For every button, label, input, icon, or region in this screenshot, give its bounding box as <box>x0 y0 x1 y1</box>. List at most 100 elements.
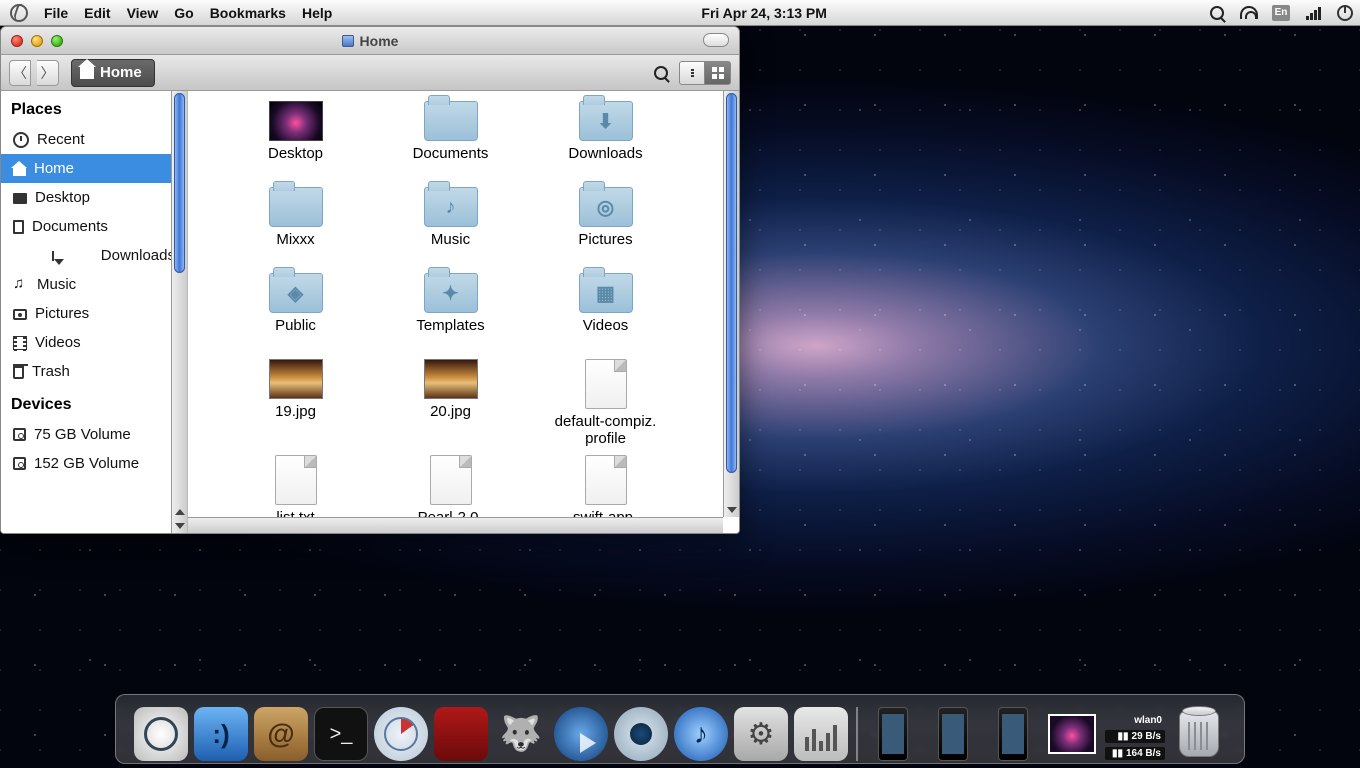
dock-photo-booth[interactable] <box>434 707 488 761</box>
file-label: Mixxx <box>276 231 314 267</box>
search-icon[interactable] <box>1208 4 1226 22</box>
maximize-button[interactable] <box>51 35 63 47</box>
doc-icon <box>13 220 24 234</box>
minimize-button[interactable] <box>31 35 43 47</box>
sidebar-item-pictures[interactable]: Pictures <box>1 299 187 328</box>
home-icon <box>80 67 94 79</box>
sidebar-item-music[interactable]: ♫Music <box>1 270 187 299</box>
disk-icon <box>13 428 26 441</box>
sidebar-item-home[interactable]: Home <box>1 154 187 183</box>
folder-icon: ◎ <box>579 187 633 227</box>
dock-trash[interactable] <box>1172 707 1226 761</box>
keyboard-layout-icon[interactable]: En <box>1272 4 1290 22</box>
sidebar-item-152-gb-volume[interactable]: 152 GB Volume <box>1 449 187 478</box>
file-item[interactable]: ◎Pictures <box>528 187 683 267</box>
sidebar-item-label: Home <box>34 160 74 177</box>
file-item[interactable]: Documents <box>373 101 528 181</box>
vid-icon <box>13 336 27 350</box>
image-thumbnail-icon <box>424 359 478 399</box>
file-label: Downloads <box>568 145 642 181</box>
file-item[interactable]: Desktop <box>218 101 373 181</box>
menu-bar: File Edit View Go Bookmarks Help Fri Apr… <box>0 0 1360 26</box>
sidebar-item-recent[interactable]: Recent <box>1 125 187 154</box>
grid-view-button[interactable] <box>705 61 731 85</box>
dock-phone-2[interactable] <box>926 707 980 761</box>
menu-bookmarks[interactable]: Bookmarks <box>202 0 294 26</box>
dock-terminal[interactable] <box>314 707 368 761</box>
file-label: Templates <box>416 317 484 353</box>
sidebar-item-downloads[interactable]: Downloads <box>1 241 187 270</box>
sidebar-scrollbar[interactable] <box>171 91 187 533</box>
sidebar-item-label: Desktop <box>35 189 90 206</box>
file-icon <box>430 455 472 505</box>
dock-contacts[interactable] <box>254 707 308 761</box>
menu-view[interactable]: View <box>119 0 167 26</box>
sidebar-item-label: 152 GB Volume <box>34 455 139 472</box>
file-item[interactable]: ✦Templates <box>373 273 528 353</box>
net-up-rate: ▮▮29 B/s <box>1104 729 1166 744</box>
dock-network-monitor[interactable]: wlan0 ▮▮29 B/s ▮▮164 B/s <box>1104 714 1166 761</box>
desk-icon <box>13 193 27 204</box>
signal-icon[interactable] <box>1304 4 1322 22</box>
system-tray: En <box>1208 4 1354 22</box>
sidebar-item-label: 75 GB Volume <box>34 426 131 443</box>
dock-settings[interactable] <box>734 707 788 761</box>
list-view-button[interactable] <box>679 61 705 85</box>
dock-phone-1[interactable] <box>866 707 920 761</box>
clock[interactable]: Fri Apr 24, 3:13 PM <box>701 5 827 21</box>
sidebar-item-label: Trash <box>32 363 70 380</box>
file-item[interactable]: 19.jpg <box>218 359 373 449</box>
file-label: default-compiz. profile <box>555 413 657 449</box>
file-icon <box>585 455 627 505</box>
sidebar-item-label: Downloads <box>101 247 175 264</box>
pic-icon <box>13 309 27 320</box>
sidebar-item-documents[interactable]: Documents <box>1 212 187 241</box>
menu-file[interactable]: File <box>36 0 76 26</box>
file-item[interactable]: Mixxx <box>218 187 373 267</box>
dock-media-player[interactable] <box>554 707 608 761</box>
back-button[interactable]: 〈 <box>9 60 31 86</box>
sidebar-item-75-gb-volume[interactable]: 75 GB Volume <box>1 420 187 449</box>
power-icon[interactable] <box>1336 4 1354 22</box>
file-item[interactable]: ▦Videos <box>528 273 683 353</box>
system-logo-icon[interactable] <box>10 4 28 22</box>
file-item[interactable]: ⬇Downloads <box>528 101 683 181</box>
sidebar-item-trash[interactable]: Trash <box>1 357 187 386</box>
net-interface-label: wlan0 <box>1104 714 1166 727</box>
menu-go[interactable]: Go <box>166 0 201 26</box>
file-item[interactable]: ◈Public <box>218 273 373 353</box>
menu-edit[interactable]: Edit <box>76 0 118 26</box>
content-hscrollbar[interactable] <box>188 517 723 533</box>
location-chip[interactable]: Home <box>71 59 155 87</box>
wifi-icon[interactable] <box>1240 4 1258 22</box>
dock-equalizer[interactable] <box>794 707 848 761</box>
sidebar-item-videos[interactable]: Videos <box>1 328 187 357</box>
search-button[interactable] <box>649 61 673 85</box>
dock-system-logo[interactable] <box>134 707 188 761</box>
content-area[interactable]: DesktopDocuments⬇Downloads Mixxx ♪Music◎Pi… <box>188 91 739 533</box>
toolbar-toggle-pill[interactable] <box>703 33 729 47</box>
file-item[interactable]: default-compiz. profile <box>528 359 683 449</box>
dock-phone-3[interactable] <box>986 707 1040 761</box>
file-item[interactable]: 20.jpg <box>373 359 528 449</box>
dock-file-manager[interactable] <box>194 707 248 761</box>
dock-desktop-thumb[interactable] <box>1046 707 1098 761</box>
file-label: Public <box>275 317 316 353</box>
music-icon: ♫ <box>13 277 29 293</box>
dl-icon <box>52 251 54 261</box>
dock-music-player[interactable] <box>674 707 728 761</box>
content-scrollbar[interactable] <box>723 91 739 517</box>
window-titlebar[interactable]: Home <box>1 27 739 55</box>
window-title: Home <box>1 33 739 49</box>
sidebar-item-desktop[interactable]: Desktop <box>1 183 187 212</box>
dock-camera[interactable] <box>614 707 668 761</box>
location-label: Home <box>100 64 142 81</box>
dock-web-browser[interactable] <box>374 707 428 761</box>
forward-button[interactable]: 〉 <box>37 60 59 86</box>
file-item[interactable]: ♪Music <box>373 187 528 267</box>
file-manager-window: Home 〈 〉 Home PlacesRecentHomeDesktopDoc… <box>0 26 740 534</box>
close-button[interactable] <box>11 35 23 47</box>
dock-image-editor[interactable] <box>494 707 548 761</box>
folder-icon <box>269 187 323 227</box>
menu-help[interactable]: Help <box>294 0 340 26</box>
